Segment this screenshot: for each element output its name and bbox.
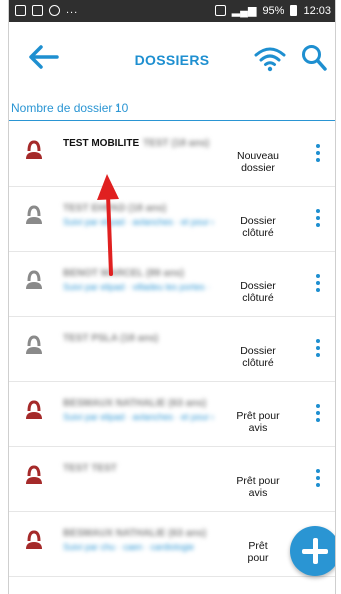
- app-bar: DOSSIERS: [9, 22, 335, 90]
- dossier-status: Prêt pour avis: [236, 475, 280, 499]
- person-icon: [25, 530, 43, 550]
- person-icon: [25, 335, 43, 355]
- dossier-status: Nouveau dossier: [236, 150, 280, 174]
- search-icon: [302, 45, 327, 71]
- dossier-name-redacted: BENOT MARCEL (89 ans): [63, 268, 184, 279]
- more-vert-icon[interactable]: [313, 274, 323, 296]
- dossier-name: TEST MOBILITE TEST (18 ans): [63, 138, 209, 149]
- dossier-row[interactable]: BENOT MARCEL (89 ans) Suivi par elipad · …: [9, 252, 335, 317]
- add-dossier-button[interactable]: [290, 526, 335, 576]
- wifi-icon: [254, 47, 286, 72]
- dossier-name-redacted: BESMAUX NATHALIE (63 ans): [63, 528, 207, 539]
- person-icon: [25, 465, 43, 485]
- dossier-count-bar: Nombre de dossier : 10: [9, 94, 335, 121]
- dossier-row[interactable]: TEST PSLA (18 ans) Dossier clôturé: [9, 317, 335, 382]
- app-screen: ... ▂▄▆ 95% 12:03 DOSSIERS Nombre de dos…: [8, 0, 336, 594]
- more-vert-icon[interactable]: [313, 209, 323, 231]
- status-left: ...: [15, 4, 78, 16]
- dossier-row[interactable]: TEST EHPAD (18 ans) Suivi par elipad · av…: [9, 187, 335, 252]
- person-icon: [25, 400, 43, 420]
- status-bar: ... ▂▄▆ 95% 12:03: [9, 0, 335, 22]
- messenger-icon: [49, 4, 60, 16]
- battery-icon: [290, 5, 298, 16]
- more-vert-icon[interactable]: [313, 339, 323, 361]
- dossier-subtitle-redacted: Suivi par elipad · villadeu les portes ·…: [63, 282, 213, 292]
- dossier-row[interactable]: TEST MOBILITE TEST (18 ans) Nouveau dossier: [9, 122, 335, 187]
- dossier-row[interactable]: BESMAUX NATHALIE (63 ans) Suivi par elipa…: [9, 382, 335, 447]
- dossier-name-redacted: BESMAUX NATHALIE (63 ans): [63, 398, 207, 409]
- dossier-status: Dossier clôturé: [240, 345, 276, 369]
- dossier-status: Prêt pour: [247, 540, 269, 564]
- status-right: ▂▄▆ 95% 12:03: [214, 4, 331, 17]
- dossier-name-text: TEST MOBILITE: [63, 138, 140, 149]
- wifi-button[interactable]: [253, 44, 287, 72]
- image-icon: [15, 4, 26, 16]
- dossier-status: Prêt pour avis: [236, 410, 280, 434]
- person-icon: [25, 140, 43, 160]
- dossier-count-label: Nombre de dossier :: [11, 101, 120, 115]
- alarm-icon: [214, 5, 226, 16]
- more-vert-icon[interactable]: [313, 404, 323, 426]
- more-vert-icon[interactable]: [313, 469, 323, 491]
- dossier-status: Dossier clôturé: [240, 280, 276, 304]
- battery-level: 95%: [262, 4, 285, 17]
- dossier-subtitle-redacted: Suivi par elipad · avlanches · et pour d…: [63, 217, 213, 227]
- dossier-name-redacted: TEST EHPAD (18 ans): [63, 203, 167, 214]
- person-icon: [25, 270, 43, 290]
- dossier-name-redacted: TEST TEST: [63, 463, 117, 474]
- dossier-status: Dossier clôturé: [240, 215, 276, 239]
- dossier-count-value: 10: [115, 101, 129, 115]
- more-vert-icon[interactable]: [313, 144, 323, 166]
- more-notifications: ...: [66, 4, 79, 16]
- facebook-icon: [32, 4, 43, 16]
- dossier-name-redacted: TEST (18 ans): [143, 138, 210, 149]
- search-button[interactable]: [301, 44, 327, 72]
- dossier-row[interactable]: BESMAUX NATHALIE (63 ans) Suivi par chu ·…: [9, 512, 335, 577]
- dossier-subtitle-redacted: Suivi par elipad · avlanches · et pour d…: [63, 412, 213, 422]
- dossier-name-redacted: TEST PSLA (18 ans): [63, 333, 159, 344]
- dossier-row[interactable]: TEST TEST Prêt pour avis: [9, 447, 335, 512]
- dossier-list: TEST MOBILITE TEST (18 ans) Nouveau dossier…: [9, 122, 335, 577]
- signal-icon: ▂▄▆: [231, 5, 257, 17]
- dossier-subtitle-redacted: Suivi par chu · caen · cardiologie: [63, 542, 195, 552]
- person-icon: [25, 205, 43, 225]
- clock: 12:03: [303, 4, 331, 17]
